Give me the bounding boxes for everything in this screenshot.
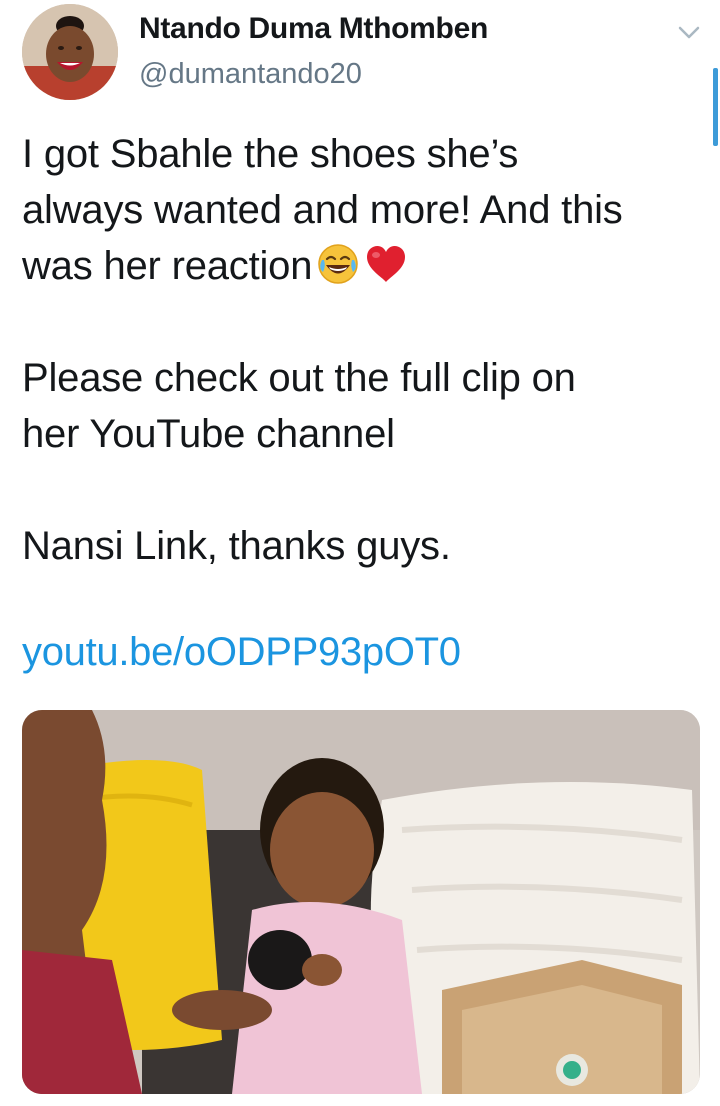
tweet-text: I got Sbahle the shoes she’s always want… (22, 126, 702, 574)
youtube-link[interactable]: youtu.be/oODPP93pOT0 (22, 630, 461, 675)
tweet[interactable]: Ntando Duma Mthomben @dumantando20 I got… (0, 0, 720, 1106)
author-handle[interactable]: @dumantando20 (139, 58, 362, 91)
tweet-line: her YouTube channel (22, 412, 395, 456)
author-name[interactable]: Ntando Duma Mthomben (139, 12, 488, 46)
tweet-line: always wanted and more! And this (22, 188, 623, 232)
tweet-line-text: was her reaction (22, 244, 313, 288)
tweet-line: Please check out the full clip on (22, 356, 576, 400)
scrollbar[interactable] (713, 68, 718, 146)
tweet-line: I got Sbahle the shoes she’s (22, 132, 519, 176)
avatar[interactable] (22, 4, 118, 100)
tweet-line: was her reaction (22, 238, 702, 294)
chevron-down-icon[interactable] (676, 20, 702, 46)
tweet-line: Nansi Link, thanks guys. (22, 524, 451, 568)
video-thumbnail[interactable] (22, 710, 700, 1094)
face-with-tears-of-joy-icon (316, 242, 360, 286)
red-heart-icon (364, 242, 408, 286)
